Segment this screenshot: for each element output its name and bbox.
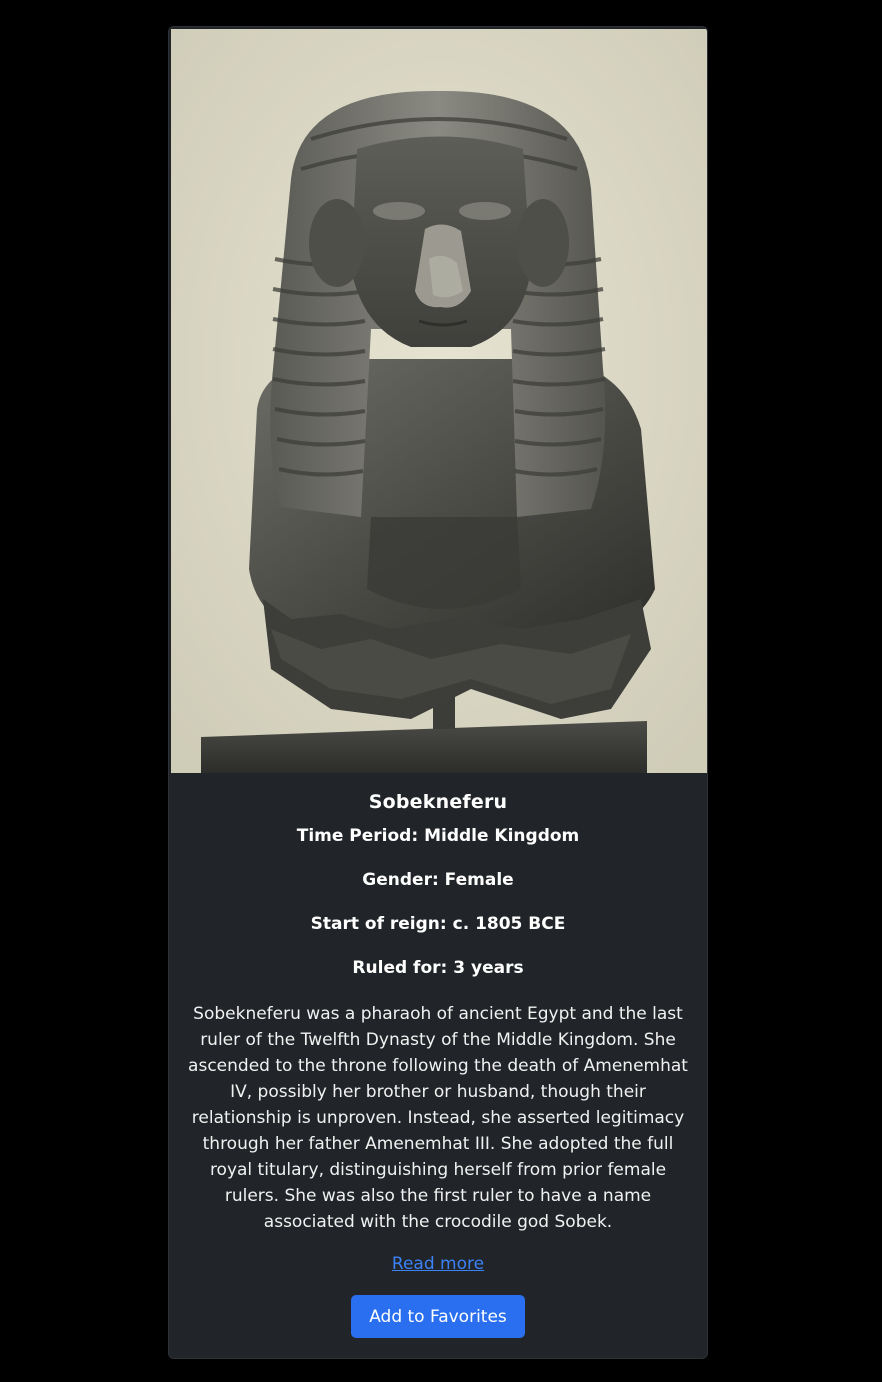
gender: Gender: Female bbox=[362, 870, 514, 890]
pharaoh-card: Sobekneferu Time Period: Middle Kingdom … bbox=[168, 26, 708, 1359]
pharaoh-name: Sobekneferu bbox=[368, 791, 508, 813]
pharaoh-description: Sobekneferu was a pharaoh of ancient Egy… bbox=[188, 1004, 688, 1232]
add-to-favorites-button[interactable]: Add to Favorites bbox=[351, 1295, 525, 1338]
read-more-link[interactable]: Read more bbox=[169, 1254, 707, 1274]
start-of-reign: Start of reign: c. 1805 BCE bbox=[310, 914, 566, 934]
pharaoh-image bbox=[171, 29, 707, 773]
time-period: Time Period: Middle Kingdom bbox=[296, 826, 580, 846]
ruled-for: Ruled for: 3 years bbox=[352, 958, 524, 978]
